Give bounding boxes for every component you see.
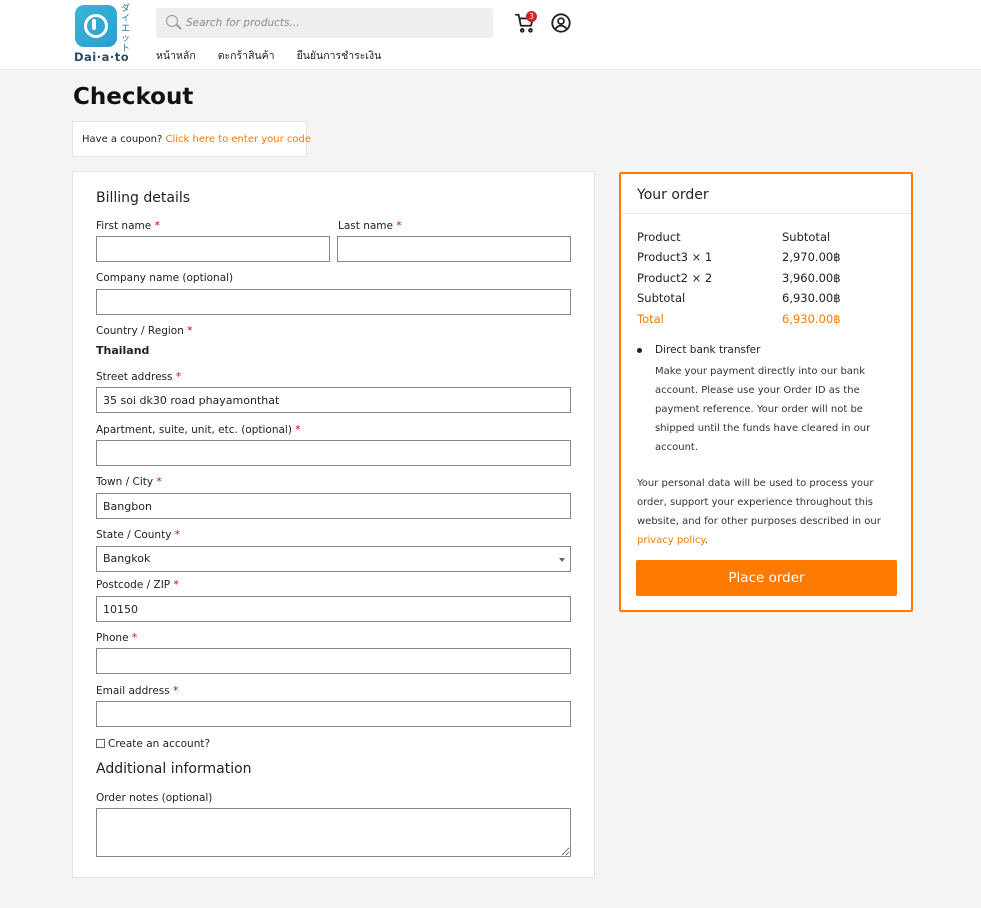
additional-info-title: Additional information <box>96 761 252 777</box>
country-label: Country / Region * <box>96 325 193 337</box>
logo-vertical-text: ダイエット <box>121 4 131 54</box>
first-name-field[interactable] <box>96 236 330 262</box>
account-button[interactable] <box>550 12 572 34</box>
company-field[interactable] <box>96 289 571 315</box>
item-name: Product2 × 2 <box>637 271 713 285</box>
privacy-text: Your personal data will be used to proce… <box>637 478 881 527</box>
logo-icon <box>75 5 117 47</box>
state-label: State / County * <box>96 529 180 541</box>
apartment-label: Apartment, suite, unit, etc. (optional) … <box>96 424 301 436</box>
total-value: 6,930.00฿ <box>782 312 841 326</box>
coupon-link[interactable]: Click here to enter your code <box>165 134 311 145</box>
cart-button[interactable]: 3 <box>514 11 538 34</box>
cart-count-badge: 3 <box>526 11 537 22</box>
nav-home[interactable]: หน้าหลัก <box>156 47 196 64</box>
nav-checkout[interactable]: ยืนยันการชำระเงิน <box>297 47 382 64</box>
col-subtotal: Subtotal <box>782 230 831 244</box>
company-label: Company name (optional) <box>96 272 234 284</box>
chevron-down-icon <box>559 558 565 562</box>
search-bar <box>156 8 493 38</box>
state-select[interactable]: Bangkok <box>96 546 571 572</box>
email-label: Email address * <box>96 685 179 697</box>
postcode-field[interactable] <box>96 596 571 622</box>
street-label: Street address * <box>96 371 182 383</box>
first-name-label: First name * <box>96 220 160 232</box>
search-icon[interactable] <box>166 15 178 27</box>
last-name-label: Last name * <box>338 220 402 232</box>
page-title: Checkout <box>73 84 194 110</box>
bullet-icon <box>637 348 642 353</box>
create-account-checkbox[interactable] <box>96 739 105 748</box>
main-nav: หน้าหลัก ตะกร้าสินค้า ยืนยันการชำระเงิน <box>156 47 403 64</box>
nav-cart[interactable]: ตะกร้าสินค้า <box>218 47 275 64</box>
order-header: Your order <box>621 174 911 214</box>
privacy-end: . <box>704 535 709 546</box>
country-value: Thailand <box>96 344 150 357</box>
billing-title: Billing details <box>96 190 191 206</box>
place-order-button[interactable]: Place order <box>636 560 897 596</box>
city-field[interactable] <box>96 493 571 519</box>
postcode-label: Postcode / ZIP * <box>96 579 179 591</box>
total-label: Total <box>637 312 664 326</box>
payment-description: Make your payment directly into our bank… <box>655 366 871 453</box>
subtotal-label: Subtotal <box>637 291 686 305</box>
last-name-field[interactable] <box>337 236 571 262</box>
site-logo[interactable]: ダイエット Dai·a·to <box>74 4 134 64</box>
billing-form: Billing details First name * Last name *… <box>72 171 595 878</box>
order-notes-label: Order notes (optional) <box>96 792 213 804</box>
order-title: Your order <box>637 187 709 203</box>
col-product: Product <box>637 230 681 244</box>
phone-label: Phone * <box>96 632 138 644</box>
apartment-field[interactable] <box>96 440 571 466</box>
coupon-notice: Have a coupon? Click here to enter your … <box>72 121 311 157</box>
order-summary: Your order Product Subtotal Product3 × 1… <box>619 172 913 612</box>
street-field[interactable] <box>96 387 571 413</box>
state-value: Bangkok <box>103 552 151 565</box>
subtotal-value: 6,930.00฿ <box>782 291 841 305</box>
site-header: ダイエット Dai·a·to 3 หน้าหลัก ตะกร้าสินค้า ย… <box>0 0 981 70</box>
item-amount: 2,970.00฿ <box>782 250 841 264</box>
privacy-policy-link[interactable]: privacy policy <box>637 535 705 546</box>
coupon-prompt: Have a coupon? <box>82 134 163 145</box>
city-label: Town / City * <box>96 476 162 488</box>
payment-method-label[interactable]: Direct bank transfer <box>655 344 760 356</box>
phone-field[interactable] <box>96 648 571 674</box>
item-amount: 3,960.00฿ <box>782 271 841 285</box>
user-icon <box>551 13 571 33</box>
logo-text: Dai·a·to <box>74 50 130 64</box>
create-account-label: Create an account? <box>108 738 211 750</box>
item-name: Product3 × 1 <box>637 250 713 264</box>
privacy-notice: Your personal data will be used to proce… <box>637 474 897 550</box>
email-field[interactable] <box>96 701 571 727</box>
order-notes-field[interactable] <box>96 808 571 857</box>
search-input[interactable] <box>186 8 486 38</box>
